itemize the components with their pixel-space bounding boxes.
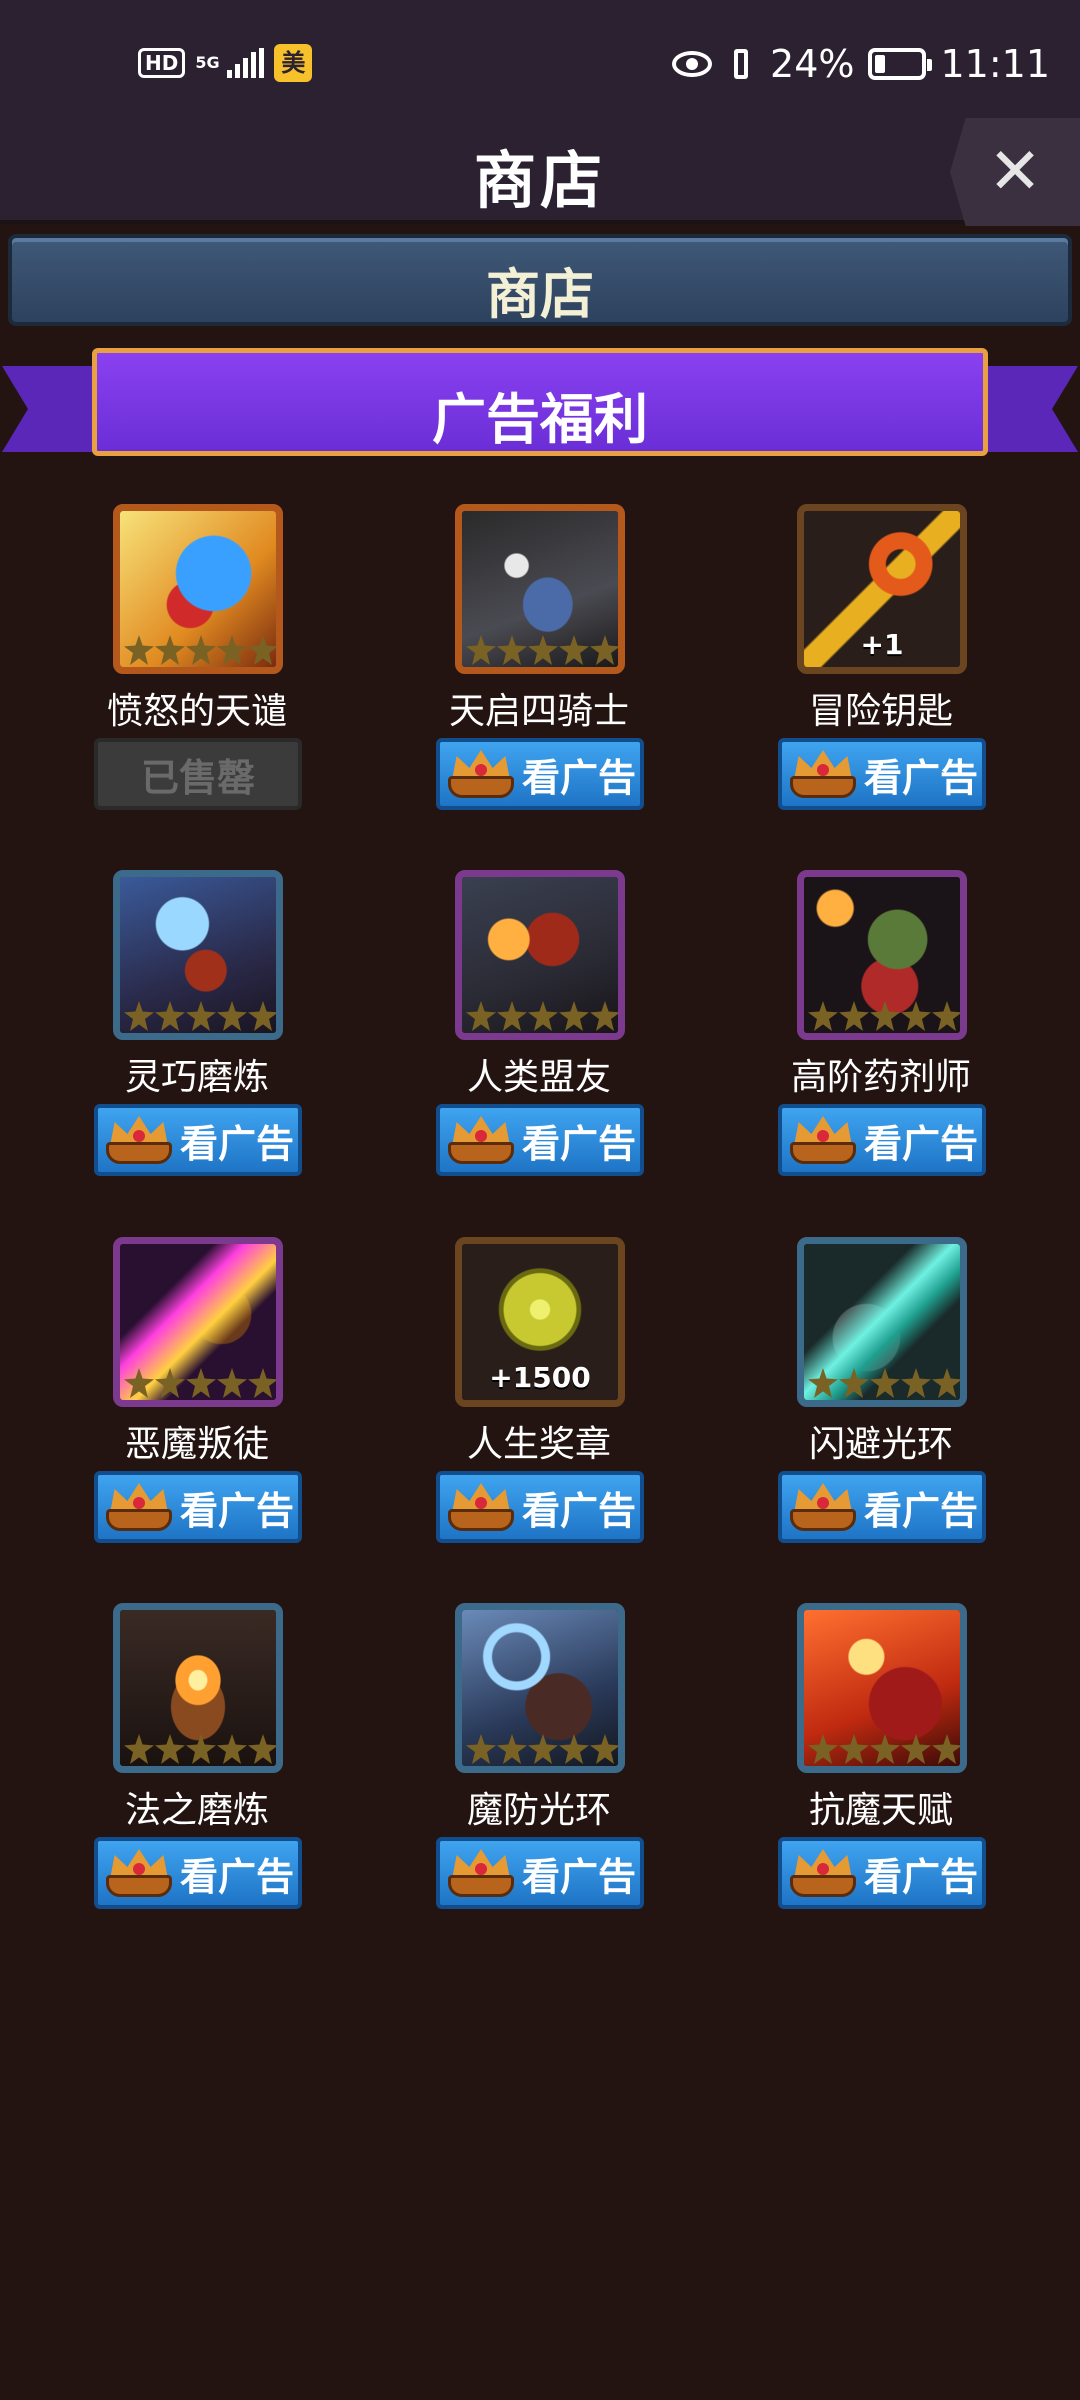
watch-ad-label: 看广告 bbox=[864, 1121, 979, 1166]
item-name: 灵巧磨炼 bbox=[124, 1057, 269, 1098]
item-quantity: +1 bbox=[860, 628, 904, 661]
sold-out-button: 已售罄 bbox=[94, 738, 302, 810]
item-icon-frame[interactable] bbox=[455, 1603, 625, 1773]
watch-ad-button[interactable]: 看广告 bbox=[94, 1837, 302, 1909]
watch-ad-label: 看广告 bbox=[864, 755, 979, 800]
item-name: 愤怒的天谴 bbox=[106, 691, 287, 732]
item-icon-frame[interactable] bbox=[113, 1237, 283, 1407]
watch-ad-button[interactable]: 看广告 bbox=[778, 1104, 986, 1176]
watch-ad-button[interactable]: 看广告 bbox=[436, 1471, 644, 1543]
item-name: 抗魔天赋 bbox=[808, 1790, 953, 1831]
crown-icon bbox=[444, 746, 518, 802]
watch-ad-button[interactable]: 看广告 bbox=[436, 1104, 644, 1176]
star-rating bbox=[808, 1001, 960, 1031]
star-rating bbox=[466, 1734, 618, 1764]
watch-ad-label: 看广告 bbox=[522, 1121, 637, 1166]
item-icon-frame[interactable] bbox=[113, 504, 283, 674]
watch-ad-label: 看广告 bbox=[522, 755, 637, 800]
watch-ad-button[interactable]: 看广告 bbox=[436, 1837, 644, 1909]
crown-icon bbox=[102, 1845, 176, 1901]
item-name: 魔防光环 bbox=[466, 1790, 611, 1831]
star-rating bbox=[466, 635, 618, 665]
shop-banner: 商店 bbox=[8, 234, 1072, 326]
watch-ad-label: 看广告 bbox=[180, 1854, 295, 1899]
star-rating bbox=[124, 1368, 276, 1398]
item-icon-frame[interactable] bbox=[797, 1603, 967, 1773]
watch-ad-label: 看广告 bbox=[180, 1121, 295, 1166]
star-rating bbox=[808, 1368, 960, 1398]
section-ribbon: 广告福利 bbox=[92, 348, 988, 456]
watch-ad-button[interactable]: 看广告 bbox=[94, 1471, 302, 1543]
item-name: 恶魔叛徒 bbox=[124, 1424, 269, 1465]
item-icon-frame[interactable] bbox=[455, 504, 625, 674]
crown-icon bbox=[786, 1112, 860, 1168]
watch-ad-label: 看广告 bbox=[864, 1488, 979, 1533]
item-name: 法之磨炼 bbox=[124, 1790, 269, 1831]
item-icon-frame[interactable]: +1500 bbox=[455, 1237, 625, 1407]
crown-icon bbox=[786, 1479, 860, 1535]
item-name: 闪避光环 bbox=[808, 1424, 953, 1465]
crown-icon bbox=[444, 1479, 518, 1535]
item-icon-frame[interactable] bbox=[455, 870, 625, 1040]
close-button[interactable]: ✕ bbox=[950, 118, 1080, 226]
item-icon-frame[interactable] bbox=[113, 870, 283, 1040]
star-rating bbox=[466, 1001, 618, 1031]
eye-icon bbox=[672, 51, 713, 77]
item-name: 人类盟友 bbox=[466, 1057, 611, 1098]
status-right: 24% 11:11 bbox=[672, 42, 1050, 86]
battery-percent: 24% bbox=[770, 42, 855, 86]
crown-icon bbox=[102, 1112, 176, 1168]
close-icon: ✕ bbox=[988, 135, 1042, 209]
shop-banner-label: 商店 bbox=[486, 263, 594, 326]
star-rating bbox=[124, 1001, 276, 1031]
page-title: 商店 bbox=[473, 144, 606, 217]
status-left: HD 5G 美 bbox=[138, 44, 313, 82]
crown-icon bbox=[444, 1845, 518, 1901]
signal-icon bbox=[227, 48, 265, 78]
network-type: 5G bbox=[195, 53, 220, 72]
item-icon-frame[interactable] bbox=[797, 870, 967, 1040]
watch-ad-button[interactable]: 看广告 bbox=[778, 1471, 986, 1543]
item-icon-frame[interactable] bbox=[797, 1237, 967, 1407]
hd-indicator: HD bbox=[138, 48, 186, 78]
watch-ad-label: 看广告 bbox=[522, 1488, 637, 1533]
item-name: 高阶药剂师 bbox=[790, 1057, 971, 1098]
vibrate-icon bbox=[726, 47, 756, 81]
item-name: 人生奖章 bbox=[466, 1424, 611, 1465]
app-notification-icon: 美 bbox=[274, 44, 313, 82]
watch-ad-button[interactable]: 看广告 bbox=[94, 1104, 302, 1176]
title-bar: 商店 ✕ bbox=[0, 100, 1080, 226]
watch-ad-label: 看广告 bbox=[180, 1488, 295, 1533]
watch-ad-label: 看广告 bbox=[864, 1854, 979, 1899]
star-rating bbox=[124, 1734, 276, 1764]
crown-icon bbox=[102, 1479, 176, 1535]
item-icon-frame[interactable]: +1 bbox=[797, 504, 967, 674]
item-name: 冒险钥匙 bbox=[808, 691, 953, 732]
clock: 11:11 bbox=[940, 42, 1050, 86]
battery-icon bbox=[868, 48, 933, 80]
section-title: 广告福利 bbox=[432, 388, 648, 451]
item-quantity: +1500 bbox=[489, 1361, 591, 1394]
watch-ad-label: 看广告 bbox=[522, 1854, 637, 1899]
crown-icon bbox=[786, 746, 860, 802]
crown-icon bbox=[444, 1112, 518, 1168]
item-name: 天启四骑士 bbox=[448, 691, 629, 732]
item-icon-frame[interactable] bbox=[113, 1603, 283, 1773]
star-rating bbox=[124, 635, 276, 665]
watch-ad-button[interactable]: 看广告 bbox=[436, 738, 644, 810]
crown-icon bbox=[786, 1845, 860, 1901]
watch-ad-button[interactable]: 看广告 bbox=[778, 738, 986, 810]
watch-ad-button[interactable]: 看广告 bbox=[778, 1837, 986, 1909]
star-rating bbox=[808, 1734, 960, 1764]
